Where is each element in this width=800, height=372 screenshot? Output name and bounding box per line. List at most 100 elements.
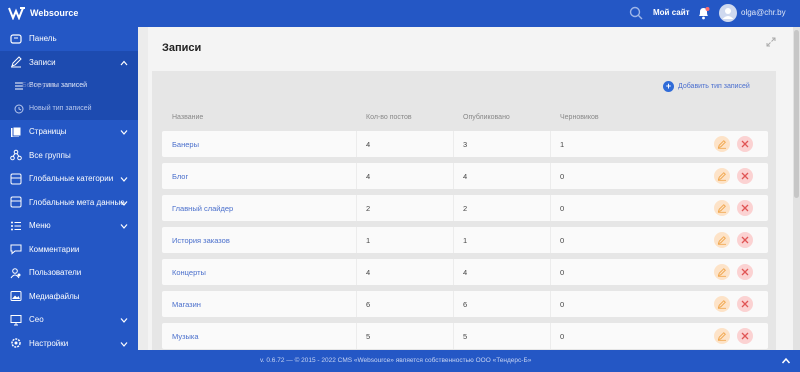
- delete-button[interactable]: [737, 200, 753, 216]
- row-published: 6: [463, 300, 468, 309]
- edit-button[interactable]: [714, 232, 730, 248]
- delete-button[interactable]: [737, 264, 753, 280]
- sidebar-item-label: Комментарии: [29, 244, 80, 254]
- row-published: 2: [463, 204, 468, 213]
- table-row[interactable]: Банеры 4 3 1: [162, 131, 768, 157]
- user-email[interactable]: olga@chr.by: [741, 8, 786, 17]
- row-posts: 4: [366, 140, 371, 149]
- table-row[interactable]: Музыка 5 5 0: [162, 323, 768, 349]
- logo-text: Websource: [30, 8, 79, 18]
- pencil-icon: [717, 332, 726, 341]
- chevron-up-icon[interactable]: [781, 356, 791, 366]
- close-icon: [741, 268, 749, 276]
- sidebar-item-records[interactable]: Записи: [0, 50, 138, 74]
- scrollbar-thumb[interactable]: [794, 30, 799, 198]
- cell-divider: [550, 259, 551, 285]
- cell-divider: [453, 195, 454, 221]
- close-icon: [741, 172, 749, 180]
- edit-button[interactable]: [714, 264, 730, 280]
- row-name[interactable]: Банеры: [172, 140, 199, 149]
- sidebar-subitem-label: Новый тип записей: [29, 105, 92, 112]
- table-row[interactable]: Магазин 6 6 0: [162, 291, 768, 317]
- sidebar-item-label: Медиафайлы: [29, 291, 80, 301]
- table-row[interactable]: Концерты 4 4 0: [162, 259, 768, 285]
- users-icon: [10, 267, 21, 279]
- edit-button[interactable]: [714, 136, 730, 152]
- sidebar-item-metadata[interactable]: Глобальные мета данные: [0, 191, 138, 215]
- chevron-down-icon: [120, 200, 128, 206]
- row-name[interactable]: Музыка: [172, 332, 199, 341]
- pencil-icon: [717, 172, 726, 181]
- row-posts: 4: [366, 172, 371, 181]
- sidebar-subitem-all-types[interactable]: Все типы записей: [0, 74, 138, 97]
- edit-button[interactable]: [714, 328, 730, 344]
- pencil-icon: [717, 140, 726, 149]
- sidebar-item-label: Глобальные мета данные: [29, 197, 125, 207]
- page-title: Записи: [162, 42, 202, 54]
- sidebar-item-media[interactable]: Медиафайлы: [0, 285, 138, 309]
- table-row[interactable]: История заказов 1 1 0: [162, 227, 768, 253]
- delete-button[interactable]: [737, 296, 753, 312]
- cell-divider: [550, 291, 551, 317]
- sidebar-item-settings[interactable]: Настройки: [0, 332, 138, 356]
- sidebar-item-label: Все группы: [29, 150, 71, 160]
- delete-button[interactable]: [737, 168, 753, 184]
- table-row[interactable]: Блог 4 4 0: [162, 163, 768, 189]
- chevron-down-icon: [120, 130, 128, 135]
- row-published: 5: [463, 332, 468, 341]
- row-drafts: 0: [560, 204, 565, 213]
- sidebar-item-seo[interactable]: Сео: [0, 308, 138, 332]
- edit-button[interactable]: [714, 296, 730, 312]
- sidebar-item-label: Пользователи: [29, 268, 82, 278]
- cell-divider: [356, 323, 357, 349]
- row-name[interactable]: Магазин: [172, 300, 201, 309]
- sidebar-item-menu[interactable]: Меню: [0, 214, 138, 238]
- logo[interactable]: Websource: [8, 6, 78, 20]
- sidebar-item-label: Меню: [29, 221, 51, 231]
- seo-icon: [10, 314, 22, 326]
- delete-button[interactable]: [737, 328, 753, 344]
- cell-divider: [453, 323, 454, 349]
- sidebar-item-label: Записи: [29, 57, 56, 67]
- sidebar-subitem-new-type[interactable]: Новый тип записей: [0, 97, 138, 120]
- table-row[interactable]: Главный слайдер 2 2 0: [162, 195, 768, 221]
- close-icon: [741, 140, 749, 148]
- sidebar-item-groups[interactable]: Все группы: [0, 144, 138, 168]
- avatar[interactable]: [719, 4, 737, 22]
- top-bar: Websource Мой сайт olga@chr.by: [0, 0, 800, 27]
- sidebar-item-pages[interactable]: Страницы: [0, 120, 138, 144]
- cell-divider: [550, 227, 551, 253]
- cell-divider: [356, 291, 357, 317]
- row-drafts: 0: [560, 332, 565, 341]
- delete-button[interactable]: [737, 232, 753, 248]
- sidebar-item-label: Глобальные категории: [29, 174, 114, 184]
- pencil-icon: [717, 236, 726, 245]
- row-name[interactable]: Главный слайдер: [172, 204, 233, 213]
- search-icon[interactable]: [629, 6, 643, 20]
- row-published: 1: [463, 236, 468, 245]
- pencil-icon: [717, 204, 726, 213]
- sidebar-item-comments[interactable]: Комментарии: [0, 238, 138, 262]
- close-icon: [741, 204, 749, 212]
- row-posts: 5: [366, 332, 371, 341]
- delete-button[interactable]: [737, 136, 753, 152]
- close-icon: [741, 332, 749, 340]
- edit-button[interactable]: [714, 168, 730, 184]
- row-name[interactable]: История заказов: [172, 236, 230, 245]
- sidebar: Панель Записи Все типы записей Новый тип…: [0, 27, 138, 372]
- my-site-link[interactable]: Мой сайт: [653, 8, 690, 17]
- media-icon: [10, 291, 22, 302]
- sidebar-item-users[interactable]: Пользователи: [0, 261, 138, 285]
- sidebar-item-categories[interactable]: Глобальные категории: [0, 167, 138, 191]
- edit-button[interactable]: [714, 200, 730, 216]
- user-icon: [722, 8, 734, 19]
- sidebar-item-dashboard[interactable]: Панель: [0, 27, 138, 51]
- cell-divider: [356, 259, 357, 285]
- add-record-type-button[interactable]: + Добавить тип записей: [663, 81, 750, 92]
- bell-icon[interactable]: [697, 6, 710, 20]
- row-name[interactable]: Блог: [172, 172, 188, 181]
- cell-divider: [356, 195, 357, 221]
- expand-icon[interactable]: [766, 37, 776, 47]
- metadata-icon: [10, 196, 22, 208]
- row-name[interactable]: Концерты: [172, 268, 206, 277]
